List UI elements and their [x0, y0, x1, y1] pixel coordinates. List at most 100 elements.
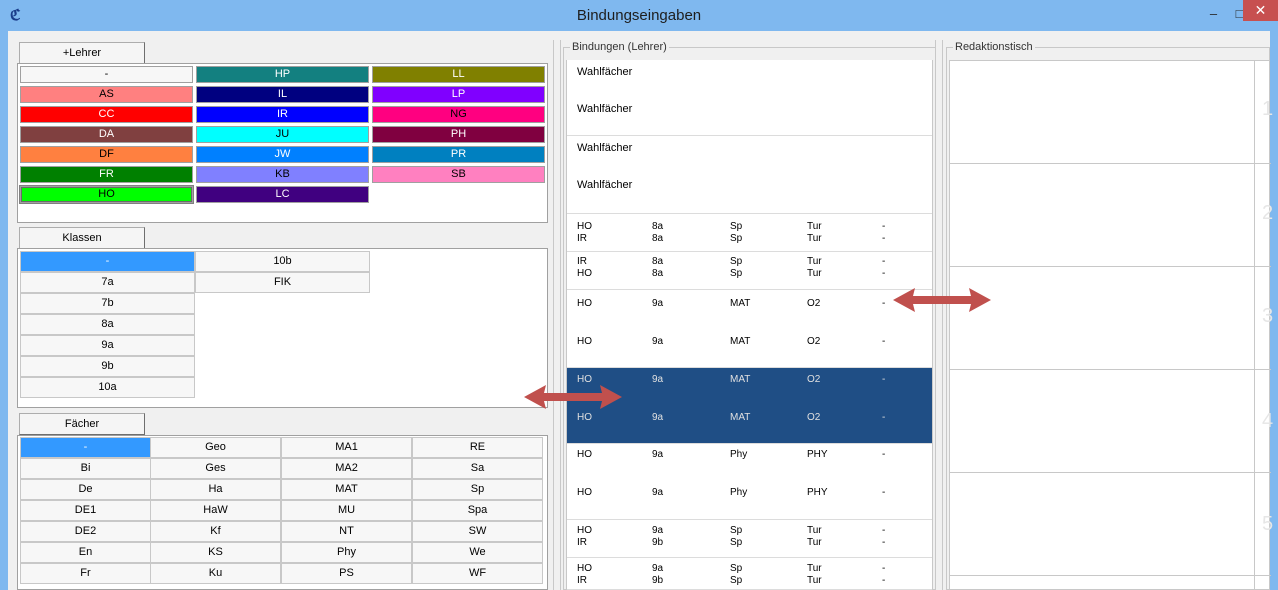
fach-cell[interactable]: Spa: [412, 500, 543, 521]
fach-cell[interactable]: WF: [412, 563, 543, 584]
fach-cell[interactable]: Phy: [281, 542, 412, 563]
klasse-cell[interactable]: 9a: [20, 335, 195, 356]
lehrer-cell[interactable]: HO: [19, 185, 194, 204]
fach-cell[interactable]: DE2: [20, 521, 151, 542]
bindungen-list[interactable]: Wahlfächer Wahlfächer Wahlfächer Wahlfäc…: [566, 60, 933, 590]
fach-cell[interactable]: We: [412, 542, 543, 563]
fach-cell[interactable]: RE: [412, 437, 543, 458]
lehrer-cell[interactable]: CC: [20, 106, 193, 123]
redaktionstisch-slot[interactable]: [950, 61, 1271, 164]
fach-cell[interactable]: NT: [281, 521, 412, 542]
bindung-row[interactable]: HO 8a Sp Tur -: [567, 268, 932, 280]
klasse-cell[interactable]: 8a: [20, 314, 195, 335]
fach-cell[interactable]: Fr: [20, 563, 151, 584]
bindung-row[interactable]: HO 9a Phy PHY -: [567, 487, 932, 499]
fach-cell[interactable]: KS: [150, 542, 281, 563]
lehrer-cell[interactable]: DA: [20, 126, 193, 143]
lehrer-cell[interactable]: AS: [20, 86, 193, 103]
bindung-cell: Sp: [730, 537, 743, 548]
redaktionstisch-slot[interactable]: [950, 370, 1271, 473]
bindung-cell: -: [882, 525, 886, 536]
close-button[interactable]: ✕: [1243, 0, 1278, 21]
klasse-cell[interactable]: -: [20, 251, 195, 272]
bindung-cell: 9a: [652, 412, 664, 423]
lehrer-cell[interactable]: JU: [196, 126, 369, 143]
fach-cell[interactable]: Bi: [20, 458, 151, 479]
fach-cell[interactable]: Sa: [412, 458, 543, 479]
splitter-right[interactable]: [935, 40, 943, 590]
fach-cell[interactable]: MAT: [281, 479, 412, 500]
lehrer-cell[interactable]: LL: [372, 66, 545, 83]
fach-cell[interactable]: Ha: [150, 479, 281, 500]
wahlfaecher-block[interactable]: Wahlfächer Wahlfächer: [567, 136, 932, 214]
klasse-cell[interactable]: 9b: [20, 356, 195, 377]
fach-cell[interactable]: -: [20, 437, 151, 458]
bindung-row[interactable]: HO 9a Phy PHY -: [567, 449, 932, 461]
lehrer-cell[interactable]: IL: [196, 86, 369, 103]
bindung-row[interactable]: HO 9a MAT O2 -: [567, 412, 932, 424]
lehrer-cell[interactable]: JW: [196, 146, 369, 163]
fach-cell[interactable]: Kf: [150, 521, 281, 542]
fach-cell[interactable]: Ges: [150, 458, 281, 479]
redaktionstisch-slot[interactable]: [950, 473, 1271, 576]
bindung-row[interactable]: HO 9a Sp Tur -: [567, 525, 932, 537]
lehrer-cell[interactable]: HP: [196, 66, 369, 83]
bindung-cell: Tur: [807, 537, 822, 548]
lehrer-cell[interactable]: IR: [196, 106, 369, 123]
bindung-row[interactable]: IR 8a Sp Tur -: [567, 256, 932, 268]
wahlfaecher-block[interactable]: Wahlfächer Wahlfächer: [567, 60, 932, 136]
bindung-row[interactable]: HO 9a MAT O2 -: [567, 336, 932, 348]
fach-cell[interactable]: DE1: [20, 500, 151, 521]
lehrer-cell[interactable]: NG: [372, 106, 545, 123]
fach-cell[interactable]: PS: [281, 563, 412, 584]
wahlfaecher-label: Wahlfächer: [577, 179, 633, 191]
lehrer-cell[interactable]: SB: [372, 166, 545, 183]
klasse-cell[interactable]: 7a: [20, 272, 195, 293]
klasse-cell[interactable]: FIK: [195, 272, 370, 293]
redaktionstisch-panel[interactable]: [949, 60, 1271, 590]
fach-cell[interactable]: MA2: [281, 458, 412, 479]
fach-cell[interactable]: De: [20, 479, 151, 500]
bindung-row[interactable]: IR 9b Sp Tur -: [567, 537, 932, 549]
bindung-row[interactable]: IR 9b Sp Tur -: [567, 575, 932, 587]
klassen-header-button[interactable]: Klassen: [19, 227, 145, 249]
redaktionstisch-slot[interactable]: [950, 267, 1271, 370]
redaktionstisch-slot[interactable]: [950, 164, 1271, 267]
bindung-cell: -: [882, 256, 886, 267]
fach-cell[interactable]: MA1: [281, 437, 412, 458]
klasse-cell[interactable]: 10b: [195, 251, 370, 272]
fach-cell[interactable]: MU: [281, 500, 412, 521]
fach-cell[interactable]: En: [20, 542, 151, 563]
fach-cell[interactable]: Sp: [412, 479, 543, 500]
lehrer-cell[interactable]: FR: [20, 166, 193, 183]
bindung-cell: 9a: [652, 298, 664, 309]
bindung-row[interactable]: HO 9a Sp Tur -: [567, 563, 932, 575]
klasse-cell[interactable]: 7b: [20, 293, 195, 314]
fach-cell[interactable]: Geo: [150, 437, 281, 458]
bindung-cell: 9a: [652, 336, 664, 347]
faecher-header-button[interactable]: Fächer: [19, 413, 145, 435]
splitter-left[interactable]: [553, 40, 561, 590]
lehrer-cell[interactable]: -: [20, 66, 193, 83]
klasse-cell[interactable]: 10a: [20, 377, 195, 398]
bindung-row[interactable]: IR 8a Sp Tur -: [567, 233, 932, 245]
bindung-cell: Sp: [730, 256, 743, 267]
fach-cell[interactable]: HaW: [150, 500, 281, 521]
slot-number: 4: [1262, 410, 1274, 432]
lehrer-header-button[interactable]: +Lehrer: [19, 42, 145, 64]
bindung-cell: -: [882, 412, 886, 423]
bindung-row[interactable]: HO 9a MAT O2 -: [567, 298, 932, 310]
lehrer-cell[interactable]: KB: [196, 166, 369, 183]
lehrer-cell[interactable]: LC: [196, 186, 369, 203]
lehrer-cell[interactable]: PH: [372, 126, 545, 143]
bindung-row[interactable]: HO 8a Sp Tur -: [567, 221, 932, 233]
fach-cell[interactable]: Ku: [150, 563, 281, 584]
bindung-cell: Tur: [807, 563, 822, 574]
fach-cell[interactable]: SW: [412, 521, 543, 542]
lehrer-cell[interactable]: PR: [372, 146, 545, 163]
bindung-cell: -: [882, 336, 886, 347]
lehrer-cell[interactable]: DF: [20, 146, 193, 163]
bindung-cell: HO: [577, 412, 592, 423]
minimize-button[interactable]: –: [1200, 4, 1227, 26]
lehrer-cell[interactable]: LP: [372, 86, 545, 103]
